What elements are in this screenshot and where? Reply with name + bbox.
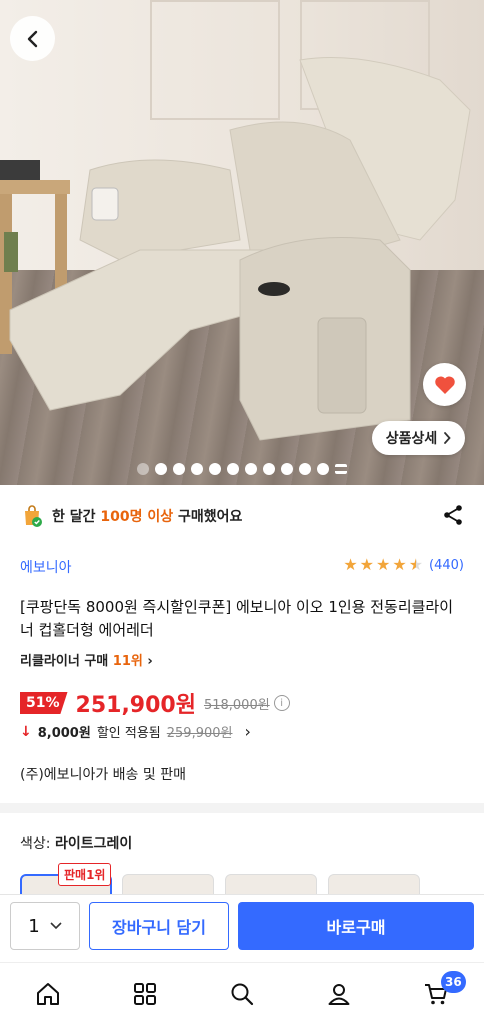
gallery-dot[interactable] [299, 463, 311, 475]
best-seller-badge: 판매1위 [58, 863, 112, 886]
home-icon [37, 983, 59, 1005]
chevron-right-icon: › [147, 654, 153, 669]
brand-link[interactable]: 에보니아 [20, 557, 72, 577]
discount-badge: 51% [20, 692, 68, 714]
shopping-bag-icon [25, 505, 42, 527]
price-row: 51% 251,900원 518,000원 i [20, 687, 290, 719]
nav-search[interactable] [227, 979, 257, 1009]
star-half-icon: ★ [408, 555, 424, 574]
star-icon: ★ [359, 555, 374, 574]
star-icon: ★ [392, 555, 407, 574]
back-button[interactable] [10, 16, 55, 61]
gallery-dot[interactable] [281, 463, 293, 475]
product-detail-button[interactable]: 상품상세 [372, 421, 465, 455]
sale-price: 251,900원 [75, 693, 196, 718]
gallery-dot[interactable] [191, 463, 203, 475]
purchase-bar: 1 장바구니 담기 바로구매 [0, 894, 484, 960]
nav-my-account[interactable] [324, 979, 354, 1009]
quantity-value: 1 [28, 915, 40, 937]
arrow-down-icon: ↓ [20, 723, 32, 740]
gallery-indicator [0, 463, 484, 475]
quantity-select[interactable]: 1 [10, 902, 80, 950]
info-icon[interactable]: i [273, 695, 290, 711]
share-button[interactable] [442, 504, 464, 530]
rank-label: 리클라이너 구매 [20, 654, 113, 669]
bottom-navigation: 36 [0, 962, 484, 1024]
seller-info: (주)에보니아가 배송 및 판매 [20, 767, 186, 783]
color-thumbnail[interactable] [328, 874, 420, 894]
rating-summary[interactable]: ★ ★ ★ ★ ★ (440) [343, 557, 464, 573]
wishlist-button[interactable] [423, 363, 466, 406]
color-thumbnail[interactable] [122, 874, 214, 894]
chevron-right-icon [444, 432, 451, 444]
heart-icon [434, 375, 455, 394]
gallery-more-indicator [335, 464, 347, 474]
coupon-row[interactable]: ↓ 8,000원 할인 적용됨 259,900원 › [20, 722, 251, 741]
gallery-dot[interactable] [227, 463, 239, 475]
product-title: [쿠팡단독 8000원 즉시할인쿠폰] 에보니아 이오 1인용 전동리클라이너 … [20, 598, 454, 639]
share-icon [444, 505, 462, 525]
gallery-dot[interactable] [245, 463, 257, 475]
nav-home[interactable] [33, 979, 63, 1009]
purchase-count-banner: 한 달간 100명 이상 구매했어요 [20, 500, 464, 532]
search-icon [231, 983, 254, 1006]
gallery-dot[interactable] [209, 463, 221, 475]
gallery-dot[interactable] [137, 463, 149, 475]
add-to-cart-button[interactable]: 장바구니 담기 [89, 902, 229, 950]
star-icon: ★ [343, 555, 358, 574]
color-thumbnail[interactable] [225, 874, 317, 894]
product-detail-label: 상품상세 [385, 431, 438, 447]
gallery-dot[interactable] [263, 463, 275, 475]
recliner-illustration [0, 57, 471, 441]
review-count: (440) [429, 557, 464, 573]
star-icon: ★ [376, 555, 391, 574]
coupon-amount: 8,000원 [37, 726, 91, 741]
product-image[interactable]: 상품상세 [0, 0, 484, 485]
purchase-count-text: 한 달간 100명 이상 구매했어요 [52, 509, 243, 525]
user-icon [328, 984, 350, 1005]
chevron-down-icon [50, 922, 62, 930]
section-divider [0, 803, 484, 813]
gallery-dot[interactable] [173, 463, 185, 475]
gallery-dot[interactable] [155, 463, 167, 475]
cart-count-badge: 36 [441, 971, 466, 993]
gallery-dot[interactable] [317, 463, 329, 475]
chevron-left-icon [27, 30, 37, 47]
color-option-label: 색상: 라이트그레이 [20, 836, 133, 852]
rank-value: 11위 [112, 654, 143, 669]
original-price: 518,000원 [203, 697, 270, 713]
chevron-right-icon: › [244, 722, 251, 741]
nav-categories[interactable] [130, 979, 160, 1009]
nav-cart[interactable]: 36 [421, 971, 466, 1009]
coupon-was-price: 259,900원 [166, 726, 233, 741]
buy-now-button[interactable]: 바로구매 [238, 902, 474, 950]
coupon-text: 할인 적용됨 [96, 726, 161, 741]
grid-icon [134, 983, 156, 1005]
category-rank-link[interactable]: 리클라이너 구매 11위 › [20, 650, 153, 669]
